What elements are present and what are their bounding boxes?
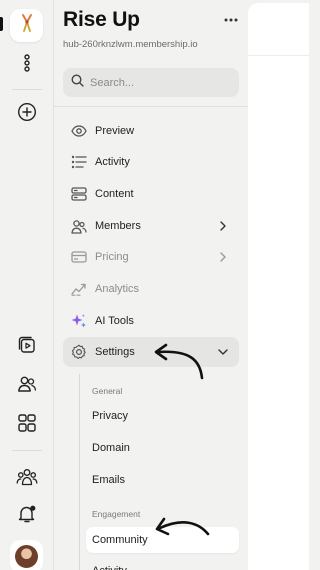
credit-card-icon — [71, 249, 87, 265]
community-options-button[interactable] — [222, 10, 240, 26]
rail-notifications-button[interactable] — [12, 501, 42, 531]
people-group-icon — [16, 467, 38, 492]
rail-apps-button[interactable] — [12, 410, 42, 440]
nav-item-label: Settings — [95, 346, 135, 358]
rail-members-button[interactable] — [12, 371, 42, 401]
nav-item-settings[interactable]: Settings — [63, 337, 239, 367]
sidebar-divider — [54, 106, 248, 107]
rail-divider — [12, 450, 42, 451]
rail-divider — [12, 89, 42, 90]
activity-list-icon — [71, 154, 87, 170]
nav-item-label: Members — [95, 220, 141, 232]
apps-grid-icon — [17, 413, 37, 438]
nav-item-content[interactable]: Content — [63, 179, 239, 209]
nav-item-ai-tools[interactable]: AI Tools — [63, 306, 239, 336]
nav-item-pricing[interactable]: Pricing — [63, 242, 239, 272]
settings-section-heading: Engagement — [92, 509, 141, 519]
search-box[interactable] — [63, 68, 239, 97]
settings-item-activity[interactable]: Activity — [86, 558, 239, 570]
members-icon — [71, 218, 87, 234]
add-circle-icon — [17, 102, 37, 127]
settings-item-privacy[interactable]: Privacy — [86, 403, 239, 429]
nav-item-label: AI Tools — [95, 315, 134, 327]
search-icon — [71, 73, 84, 92]
settings-item-community[interactable]: Community — [86, 527, 239, 553]
app-rail — [0, 0, 54, 570]
content-header-divider — [248, 55, 309, 56]
settings-item-domain[interactable]: Domain — [86, 435, 239, 461]
rail-people-button[interactable] — [12, 464, 42, 494]
more-vertical-icon — [22, 53, 32, 77]
members-icon — [17, 374, 37, 399]
nav-item-label: Content — [95, 188, 134, 200]
eye-icon — [71, 123, 87, 139]
nav-item-members[interactable]: Members — [63, 211, 239, 241]
analytics-trend-icon — [71, 281, 87, 297]
notification-bell-icon — [17, 504, 37, 529]
settings-section-heading: General — [92, 386, 123, 396]
user-avatar-button[interactable] — [10, 540, 43, 570]
nav-item-activity[interactable]: Activity — [63, 147, 239, 177]
sparkles-icon — [71, 313, 87, 329]
submenu-guide-line — [79, 374, 80, 570]
nav-item-label: Pricing — [95, 251, 129, 263]
community-app-button[interactable] — [10, 9, 43, 42]
community-url: hub-260rknzlwm.membership.io — [63, 39, 198, 50]
rail-add-button[interactable] — [12, 99, 42, 129]
community-sidebar: Rise Up hub-260rknzlwm.membership.io Sea… — [54, 0, 248, 570]
rail-active-indicator — [0, 17, 3, 31]
nav-item-label: Preview — [95, 125, 135, 137]
settings-item-emails[interactable]: Emails — [86, 467, 239, 493]
avatar — [15, 545, 38, 568]
search-input[interactable] — [90, 76, 230, 89]
rail-video-library-button[interactable] — [12, 332, 42, 362]
rail-more-button[interactable] — [12, 50, 42, 80]
more-horizontal-icon — [224, 9, 238, 27]
chevron-right-icon — [216, 250, 230, 264]
nav-item-analytics[interactable]: Analytics — [63, 274, 239, 304]
chevron-down-icon — [216, 345, 230, 359]
main-panel — [248, 0, 309, 570]
community-logo-icon — [18, 13, 36, 38]
video-library-icon — [17, 335, 37, 360]
community-title: Rise Up — [63, 8, 140, 31]
nav-item-label: Analytics — [95, 283, 140, 295]
gear-icon — [71, 344, 87, 360]
nav-item-label: Activity — [95, 156, 130, 168]
content-card — [248, 3, 309, 570]
chevron-right-icon — [216, 219, 230, 233]
content-stack-icon — [71, 186, 87, 202]
nav-item-preview[interactable]: Preview — [63, 116, 239, 146]
